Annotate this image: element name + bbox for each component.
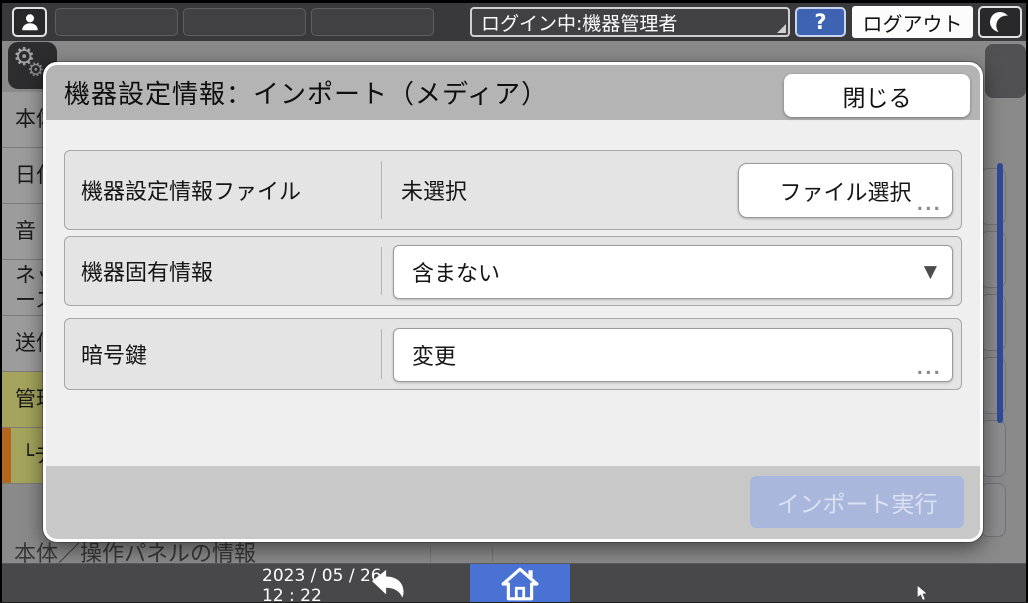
setting-row-file: 機器設定情報ファイル 未選択 ファイル選択 ... — [64, 150, 962, 230]
function-key-3[interactable] — [311, 8, 434, 36]
logout-button[interactable]: ログアウト — [852, 6, 973, 38]
import-media-dialog: 機器設定情報：インポート（メディア） 閉じる 機器設定情報ファイル 未選択 ファ… — [43, 62, 983, 542]
encryption-key-change-button[interactable]: 変更 ... — [393, 328, 953, 382]
device-control-panel-screen: ログイン中:機器管理者 ? ログアウト ⚙ ⚙ 本体 日付 音 ネッ ース 送信… — [0, 0, 1028, 603]
back-arrow-icon — [366, 568, 410, 600]
vertical-scrollbar[interactable] — [997, 163, 1003, 423]
dialog-title: 機器設定情報：インポート（メディア） — [64, 74, 548, 111]
back-button[interactable] — [362, 567, 414, 601]
home-icon — [501, 567, 539, 601]
function-key-1[interactable] — [55, 8, 178, 36]
change-label: 変更 — [412, 339, 456, 371]
chevron-down-icon: ▼ — [924, 262, 937, 282]
row-label: 機器設定情報ファイル — [81, 151, 301, 229]
background-row-edge — [980, 483, 1006, 537]
function-key-2[interactable] — [183, 8, 306, 36]
ellipsis-icon: ... — [917, 359, 942, 379]
setting-row-encryption-key: 暗号鍵 変更 ... — [64, 318, 962, 390]
row-divider — [381, 161, 382, 219]
help-button[interactable]: ? — [795, 7, 846, 37]
import-execute-label: インポート実行 — [777, 485, 938, 519]
sub-item-accent-bar — [2, 428, 11, 483]
energy-saver-button[interactable] — [978, 6, 1022, 38]
import-execute-button-disabled[interactable]: インポート実行 — [750, 476, 964, 528]
ellipsis-icon: ... — [917, 195, 942, 215]
logout-label: ログアウト — [863, 8, 963, 37]
unique-info-dropdown[interactable]: 含まない ▼ — [393, 245, 953, 299]
login-dropdown-triangle-icon — [777, 24, 786, 33]
screen-edge — [0, 0, 1028, 3]
file-select-button[interactable]: ファイル選択 ... — [738, 163, 953, 218]
login-status-button[interactable]: ログイン中:機器管理者 — [470, 7, 790, 37]
bottom-bar: 2023 / 05 / 26 12 : 22 — [2, 563, 1026, 603]
file-selection-status: 未選択 — [401, 151, 467, 229]
background-divider — [492, 546, 493, 562]
row-label: 暗号鍵 — [81, 319, 147, 389]
row-divider — [381, 329, 382, 379]
login-status-text: ログイン中:機器管理者 — [481, 9, 677, 36]
dropdown-value: 含まない — [412, 256, 500, 288]
row-divider — [381, 247, 382, 295]
user-icon — [19, 10, 41, 34]
moon-icon — [988, 10, 1012, 34]
row-label: 機器固有情報 — [81, 237, 213, 305]
top-bar: ログイン中:機器管理者 ? ログアウト — [2, 3, 1026, 41]
mouse-cursor-icon — [916, 584, 929, 603]
close-button[interactable]: 閉じる — [784, 74, 970, 117]
user-button[interactable] — [12, 7, 47, 37]
help-icon: ? — [814, 10, 826, 34]
home-button[interactable] — [470, 564, 570, 603]
file-select-label: ファイル選択 — [779, 175, 911, 207]
dialog-footer: インポート実行 — [46, 466, 980, 539]
background-button-partial — [985, 44, 1026, 98]
setting-row-unique-info: 機器固有情報 含まない ▼ — [64, 236, 962, 306]
background-divider — [430, 546, 431, 562]
screen-edge — [0, 0, 2, 603]
background-row-edge — [980, 420, 1006, 477]
close-label: 閉じる — [843, 79, 912, 113]
